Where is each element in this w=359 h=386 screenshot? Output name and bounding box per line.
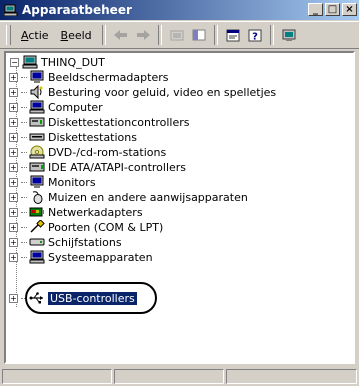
toolbar-separator <box>269 25 274 45</box>
close-button[interactable]: × <box>342 3 357 16</box>
expand-toggle[interactable]: + <box>9 162 18 172</box>
tree-item-dvd-cdrom[interactable]: + DVD-/cd-rom-stations <box>9 145 166 159</box>
expand-toggle[interactable]: + <box>9 192 18 202</box>
computer-root-icon <box>22 55 38 69</box>
tree-item-label: IDE ATA/ATAPI-controllers <box>48 160 187 174</box>
menu-beeld-rest: eeld <box>68 28 92 42</box>
tree-item-label: Diskettestations <box>48 130 137 144</box>
tree-item-diskettestations[interactable]: + Diskettestations <box>9 130 137 144</box>
properties-icon <box>226 29 240 41</box>
properties-button[interactable] <box>222 25 244 45</box>
tree-item-label: Beeldschermadapters <box>48 70 169 84</box>
back-button[interactable] <box>110 25 132 45</box>
scan-hardware-icon <box>282 29 296 41</box>
tree-view-button[interactable] <box>188 25 210 45</box>
tree-item-diskettestationcontrollers[interactable]: + Diskettestationcontrollers <box>9 115 189 129</box>
ide-controller-icon <box>29 160 45 174</box>
expand-toggle[interactable]: + <box>9 87 18 97</box>
title-bar[interactable]: Apparaatbeheer _ □ × <box>0 0 359 20</box>
computer-icon <box>29 100 45 114</box>
tree-root[interactable]: − THINQ_DUT <box>10 55 105 69</box>
tree-item-label: Netwerkadapters <box>48 205 143 219</box>
menu-actie-rest: ctie <box>28 28 49 42</box>
up-folder-button[interactable] <box>166 25 188 45</box>
tree-item-beeldschermadapters[interactable]: + Beeldschermadapters <box>9 70 168 84</box>
floppy-controller-icon <box>29 115 45 129</box>
tree-item-label: Computer <box>48 100 103 114</box>
tree-item-muizen[interactable]: + Muizen en andere aanwijsapparaten <box>9 190 248 204</box>
expand-toggle[interactable]: + <box>9 102 18 112</box>
window-title: Apparaatbeheer <box>22 3 132 17</box>
expand-toggle[interactable]: + <box>9 222 18 232</box>
tree-item-label: Monitors <box>48 175 96 189</box>
expand-toggle[interactable]: + <box>9 293 18 303</box>
tree-item-ide-controllers[interactable]: + IDE ATA/ATAPI-controllers <box>9 160 186 174</box>
tree-root-label: THINQ_DUT <box>41 55 105 69</box>
status-bar <box>0 367 359 386</box>
device-tree[interactable]: − THINQ_DUT + Beeldschermadapters + Best… <box>4 51 355 364</box>
forward-button[interactable] <box>132 25 154 45</box>
expand-toggle[interactable]: + <box>9 252 18 262</box>
status-pane <box>226 369 357 384</box>
tree-item-computer[interactable]: + Computer <box>9 100 103 114</box>
expand-toggle[interactable]: + <box>9 117 18 127</box>
toolbar: Actie Beeld ? <box>0 21 359 49</box>
expand-toggle[interactable]: + <box>9 207 18 217</box>
expand-toggle[interactable]: + <box>9 237 18 247</box>
maximize-button[interactable]: □ <box>325 3 340 16</box>
expand-toggle[interactable]: + <box>9 147 18 157</box>
tree-item-monitors[interactable]: + Monitors <box>9 175 96 189</box>
menu-beeld[interactable]: Beeld <box>55 27 98 44</box>
toolbar-separator <box>101 25 106 45</box>
tree-item-schijfstations[interactable]: + Schijfstations <box>9 235 122 249</box>
help-icon: ? <box>248 29 262 42</box>
tree-item-label: DVD-/cd-rom-stations <box>48 145 167 159</box>
monitor-icon <box>29 175 45 189</box>
cdrom-icon <box>29 145 45 159</box>
port-icon <box>29 220 45 234</box>
expand-toggle[interactable]: + <box>9 177 18 187</box>
up-folder-icon <box>170 30 184 41</box>
disk-drive-icon <box>29 235 45 249</box>
help-button[interactable]: ? <box>244 25 266 45</box>
device-manager-window: Apparaatbeheer _ □ × Actie Beeld ? − THI… <box>0 0 359 386</box>
tree-item-netwerkadapters[interactable]: + Netwerkadapters <box>9 205 143 219</box>
tree-item-label: Muizen en andere aanwijsapparaten <box>48 190 248 204</box>
status-pane <box>2 369 112 384</box>
network-adapter-icon <box>29 205 45 219</box>
toolbar-grip[interactable] <box>6 25 11 45</box>
minimize-button[interactable]: _ <box>308 3 323 16</box>
menu-beeld-accel: B <box>60 28 69 42</box>
tree-item-label: Diskettestationcontrollers <box>48 115 190 129</box>
forward-arrow-icon <box>136 30 150 40</box>
tree-item-label: Poorten (COM & LPT) <box>48 220 164 234</box>
expand-toggle[interactable]: + <box>9 72 18 82</box>
tree-item-systeemapparaten[interactable]: + Systeemapparaten <box>9 250 153 264</box>
system-device-icon <box>29 250 45 264</box>
back-arrow-icon <box>113 30 127 40</box>
tree-item-label: Schijfstations <box>48 235 122 249</box>
tree-item-label: Besturing voor geluid, video en spelletj… <box>48 85 277 99</box>
status-pane <box>114 369 224 384</box>
tree-view-icon <box>192 29 206 41</box>
toolbar-separator <box>213 25 218 45</box>
monitor-adapter-icon <box>29 70 45 84</box>
sound-icon <box>29 85 45 99</box>
expand-toggle[interactable]: + <box>9 132 18 142</box>
scan-hardware-button[interactable] <box>278 25 300 45</box>
toolbar-separator <box>157 25 162 45</box>
tree-item-label: Systeemapparaten <box>48 250 153 264</box>
collapse-toggle[interactable]: − <box>10 57 19 67</box>
tree-item-besturing-geluid[interactable]: + Besturing voor geluid, video en spelle… <box>9 85 276 99</box>
mouse-icon <box>29 190 45 204</box>
svg-text:?: ? <box>252 31 258 42</box>
window-buttons: _ □ × <box>308 3 357 16</box>
menu-actie[interactable]: Actie <box>15 27 55 44</box>
floppy-drive-icon <box>29 130 45 144</box>
tree-item-poorten[interactable]: + Poorten (COM & LPT) <box>9 220 163 234</box>
highlight-callout <box>25 282 157 314</box>
device-manager-app-icon <box>3 4 18 17</box>
